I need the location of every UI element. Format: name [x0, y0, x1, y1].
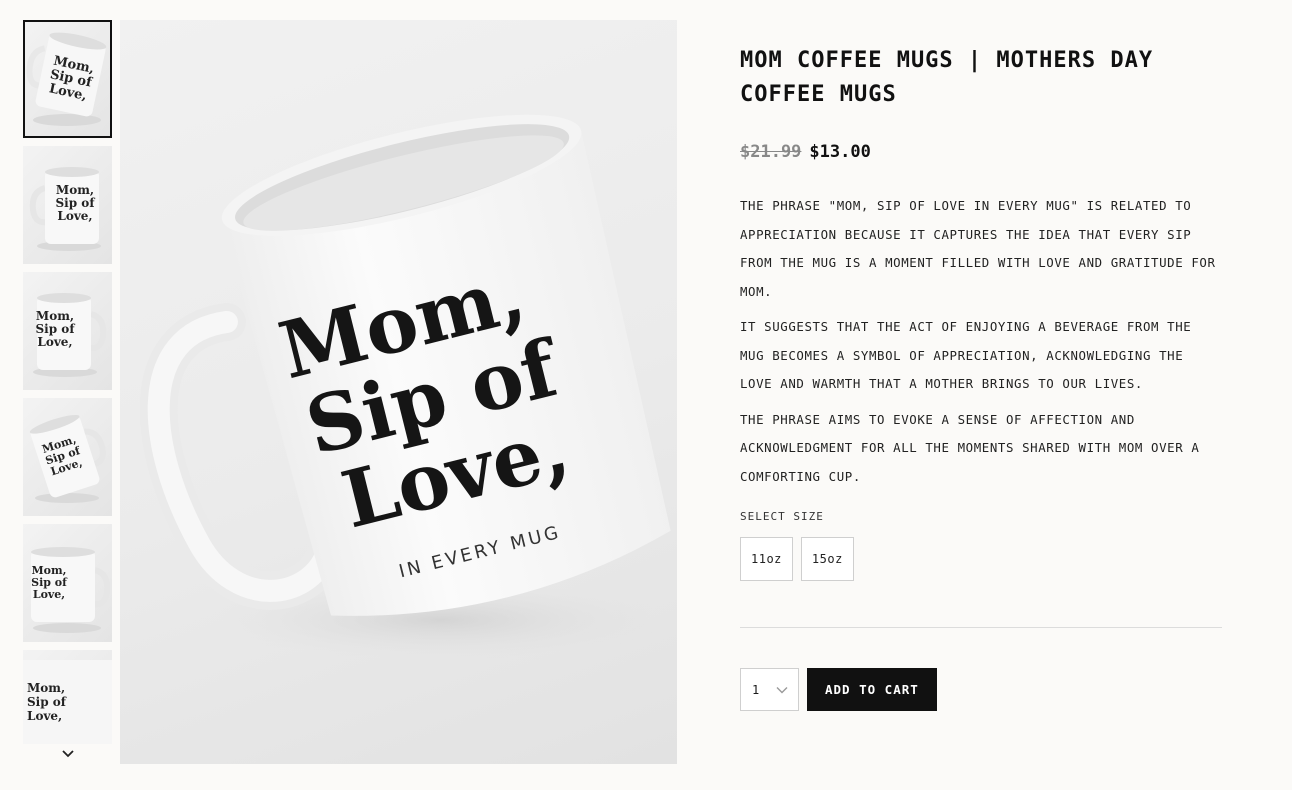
product-info-panel: Mom Coffee Mugs | Mothers Day Coffee Mug… [740, 44, 1222, 711]
thumbnail-1[interactable]: Mom, Sip of Love, [23, 20, 112, 138]
description-paragraph-2: It suggests that the act of enjoying a b… [740, 319, 1192, 391]
thumbnail-2[interactable]: Mom, Sip of Love, [23, 146, 112, 264]
mug-thumbnail-image: Mom, Sip of Love, [31, 547, 111, 633]
mug-text-line2: Sip of [36, 322, 76, 336]
description-paragraph-1: The phrase "Mom, Sip of Love in Every Mu… [740, 198, 1216, 299]
thumbnail-5[interactable]: Mom, Sip of Love, [23, 524, 112, 642]
mug-thumbnail-image: Mom, Sip of Love, [33, 293, 107, 377]
product-main-image[interactable]: Mom, Sip of Love, IN EVERY MUG [120, 20, 677, 764]
thumbnail-4[interactable]: Mom, Sip of Love, [23, 398, 112, 516]
mug-text-line3: Love, [27, 709, 62, 723]
chevron-down-icon [61, 750, 74, 758]
chevron-down-icon [776, 686, 788, 693]
divider [740, 627, 1222, 628]
original-price: $21.99 [740, 142, 802, 162]
mug-text-line3: Love, [33, 588, 65, 601]
mug-text-line2: Sip of [56, 196, 96, 210]
price-block: $21.99 $13.00 [740, 142, 1222, 162]
thumbnail-gallery: Mom, Sip of Love, Mom, Sip of Love, Mom,… [23, 20, 112, 764]
add-to-cart-button[interactable]: Add to cart [807, 668, 937, 711]
quantity-value: 1 [752, 682, 760, 697]
size-options: 11oz 15oz [740, 537, 1222, 581]
mug-text-line3: Love, [57, 209, 92, 223]
description-paragraph-3: The phrase aims to evoke a sense of affe… [740, 411, 1200, 484]
mug-thumbnail-image: Mom, Sip of Love, [29, 167, 101, 251]
thumbnail-scroll-down-button[interactable] [23, 744, 112, 764]
quantity-select[interactable]: 1 [740, 668, 799, 711]
mug-text-line2: Sip of [27, 695, 67, 709]
add-to-cart-row: 1 Add to cart [740, 668, 1222, 711]
sale-price: $13.00 [809, 142, 871, 162]
mug-text-line1: Mom, [27, 681, 65, 695]
size-option-11oz[interactable]: 11oz [740, 537, 793, 581]
mug-text-line1: Mom, [56, 183, 94, 197]
product-description: The phrase "Mom, Sip of Love in Every Mu… [740, 192, 1222, 491]
mug-text-line1: Mom, [36, 309, 74, 323]
mug-text-line3: Love, [37, 335, 72, 349]
mug-thumbnail-image: Mom, Sip of Love, [26, 32, 107, 126]
mug-thumbnail-image: Mom, Sip of Love, [29, 414, 106, 503]
size-option-15oz[interactable]: 15oz [800, 537, 854, 581]
size-selector-label: Select Size [740, 510, 824, 523]
product-title: Mom Coffee Mugs | Mothers Day Coffee Mug… [740, 48, 1154, 107]
thumbnail-3[interactable]: Mom, Sip of Love, [23, 272, 112, 390]
mug-hero-image: Mom, Sip of Love, IN EVERY MUG [139, 114, 671, 660]
